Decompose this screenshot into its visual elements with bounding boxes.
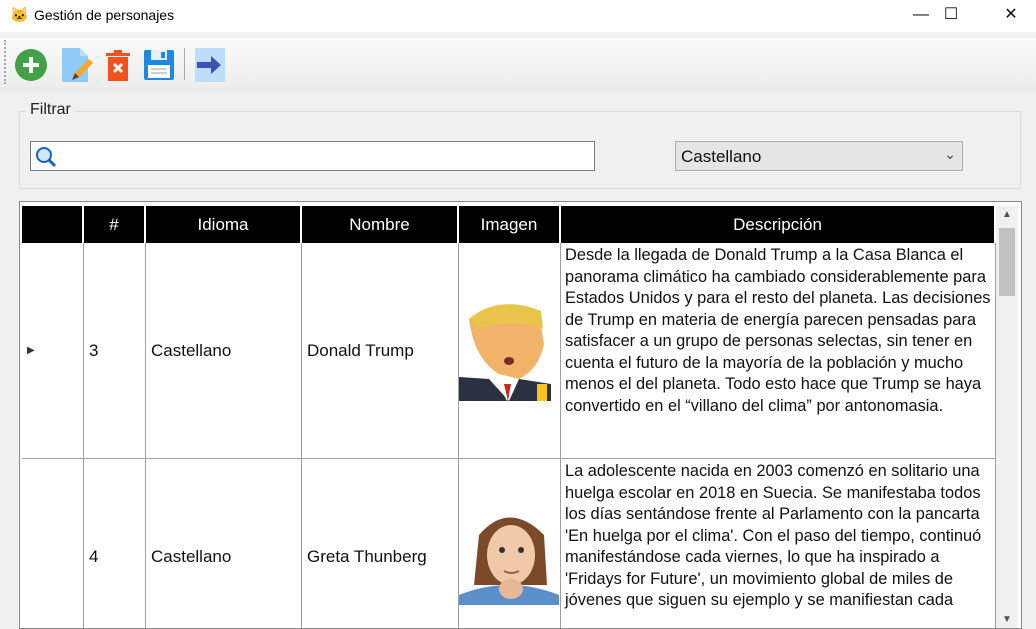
toolbar-separator (184, 48, 185, 80)
cell-imagen[interactable] (459, 243, 561, 459)
search-box[interactable] (30, 141, 595, 171)
close-button[interactable]: ✕ (988, 0, 1034, 32)
column-header-imagen[interactable]: Imagen (459, 206, 561, 243)
scrollbar-thumb[interactable] (999, 228, 1015, 296)
scroll-down-arrow-icon[interactable]: ▼ (996, 614, 1018, 625)
cell-id[interactable]: 4 (84, 459, 146, 628)
donald-trump-image (459, 304, 551, 401)
search-icon (36, 147, 57, 168)
language-select[interactable]: Castellano ⌄ (675, 141, 963, 171)
cell-nombre[interactable]: Greta Thunberg (302, 459, 459, 628)
column-header-nombre[interactable]: Nombre (302, 206, 459, 243)
search-input[interactable] (61, 144, 586, 168)
floppy-icon[interactable] (143, 48, 177, 82)
toolbar (0, 38, 1036, 92)
cell-imagen[interactable] (459, 459, 561, 628)
cell-id[interactable]: 3 (84, 243, 146, 459)
pikachu-icon: 🐱 (10, 7, 29, 24)
cell-nombre[interactable]: Donald Trump (302, 243, 459, 459)
row-selector-arrow-icon[interactable]: ▶ (22, 243, 84, 459)
edit-document-icon[interactable] (60, 48, 94, 82)
title-bar: 🐱 Gestión de personajes — ☐ ✕ (0, 0, 1036, 32)
column-header-descripcion[interactable]: Descripción (561, 206, 994, 243)
greta-thunberg-image (459, 517, 559, 605)
language-select-value: Castellano (681, 147, 762, 166)
arrow-right-icon[interactable] (193, 48, 227, 82)
maximize-button[interactable]: ☐ (928, 0, 974, 32)
cell-descripcion[interactable]: Desde la llegada de Donald Trump a la Ca… (561, 243, 996, 459)
cell-idioma[interactable]: Castellano (146, 243, 302, 459)
toolbar-grip[interactable] (4, 40, 6, 84)
cell-idioma[interactable]: Castellano (146, 459, 302, 628)
trash-icon[interactable] (102, 48, 136, 82)
vertical-scrollbar[interactable]: ▲ ▼ (996, 206, 1018, 628)
characters-grid: # Idioma Nombre Imagen Descripción ▶ 3 C… (19, 201, 1022, 629)
cell-descripcion[interactable]: La adolescente nacida en 2003 comenzó en… (561, 459, 996, 628)
window-title: Gestión de personajes (34, 7, 175, 23)
chevron-down-icon: ⌄ (944, 146, 956, 162)
column-header-idioma[interactable]: Idioma (146, 206, 302, 243)
row-header-corner (22, 206, 84, 243)
row-selector[interactable] (22, 459, 84, 628)
column-header-id[interactable]: # (84, 206, 146, 243)
plus-circle-icon[interactable] (14, 48, 48, 82)
scroll-up-arrow-icon[interactable]: ▲ (996, 209, 1018, 220)
filter-label: Filtrar (26, 101, 75, 119)
